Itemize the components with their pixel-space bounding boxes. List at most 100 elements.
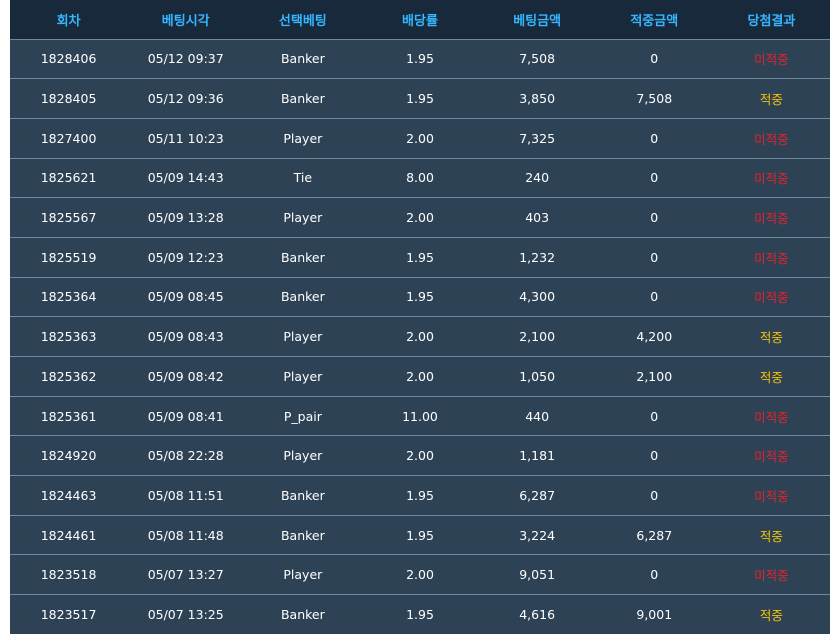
cell-bet-amount: 7,325 [519, 130, 556, 146]
cell-selected-bet: Banker [280, 607, 325, 623]
cell-odds: 2.00 [406, 368, 434, 384]
cell-bet-time: 05/09 08:42 [147, 368, 224, 384]
cell-round: 1828406 [40, 51, 97, 67]
cell-result: 적중 [759, 608, 783, 624]
cell-bet-amount: 3,224 [519, 527, 556, 543]
cell-bet-amount: 440 [525, 408, 550, 424]
cell-round: 1825567 [40, 210, 97, 226]
table-row: 1825621 05/09 14:43 Tie 8.00 240 0 미적중 [10, 158, 830, 198]
cell-selected-bet: Banker [280, 51, 325, 67]
cell-odds: 2.00 [406, 130, 434, 146]
cell-selected-bet: Player [283, 130, 323, 146]
cell-round: 1825364 [40, 289, 97, 305]
cell-payout-amount: 0 [650, 210, 659, 226]
cell-round: 1823517 [40, 607, 97, 623]
cell-selected-bet: Player [283, 448, 323, 464]
cell-bet-amount: 2,100 [519, 329, 556, 345]
cell-result: 미적중 [754, 52, 789, 68]
header-row: 회차 베팅시각 선택베팅 배당률 베팅금액 적중금액 당첨결과 [10, 0, 830, 39]
table-row: 1828406 05/12 09:37 Banker 1.95 7,508 0 미적중 [10, 39, 830, 79]
cell-bet-time: 05/09 08:45 [147, 289, 224, 305]
cell-bet-time: 05/12 09:36 [147, 91, 224, 107]
cell-odds: 1.95 [406, 91, 434, 107]
cell-round: 1825621 [40, 170, 97, 186]
cell-bet-time: 05/09 14:43 [147, 170, 224, 186]
cell-bet-time: 05/09 12:23 [147, 249, 224, 265]
cell-payout-amount: 9,001 [636, 607, 673, 623]
cell-round: 1825361 [40, 408, 97, 424]
table-row: 1824463 05/08 11:51 Banker 1.95 6,287 0 미적중 [10, 475, 830, 516]
cell-bet-time: 05/08 11:51 [147, 487, 224, 503]
cell-bet-amount: 4,616 [519, 607, 556, 623]
cell-result: 미적중 [754, 211, 789, 227]
cell-round: 1828405 [40, 91, 97, 107]
cell-bet-amount: 9,051 [519, 567, 556, 583]
cell-bet-amount: 403 [525, 210, 550, 226]
cell-payout-amount: 0 [650, 51, 659, 67]
cell-bet-amount: 1,232 [519, 249, 556, 265]
cell-round: 1824463 [40, 487, 97, 503]
cell-bet-time: 05/09 08:43 [147, 329, 224, 345]
table-row: 1825361 05/09 08:41 P_pair 11.00 440 0 미적중 [10, 396, 830, 436]
cell-odds: 1.95 [406, 289, 434, 305]
cell-result: 미적중 [754, 131, 789, 147]
bet-history-table: 회차 베팅시각 선택베팅 배당률 베팅금액 적중금액 당첨결과 1828406 0… [10, 0, 830, 635]
cell-selected-bet: Tie [293, 170, 313, 186]
cell-odds: 1.95 [406, 487, 434, 503]
cell-bet-time: 05/09 08:41 [147, 408, 224, 424]
cell-selected-bet: Banker [280, 289, 325, 305]
header-selected-bet: 선택베팅 [278, 13, 327, 29]
cell-payout-amount: 7,508 [636, 91, 673, 107]
cell-bet-amount: 7,508 [519, 51, 556, 67]
cell-payout-amount: 0 [650, 448, 659, 464]
cell-odds: 1.95 [406, 527, 434, 543]
cell-bet-time: 05/07 13:25 [147, 607, 224, 623]
cell-payout-amount: 4,200 [636, 329, 673, 345]
cell-selected-bet: Player [283, 210, 323, 226]
cell-round: 1824920 [40, 448, 97, 464]
cell-odds: 2.00 [406, 567, 434, 583]
cell-round: 1825363 [40, 329, 97, 345]
header-odds: 배당률 [402, 13, 438, 29]
table-row: 1825362 05/09 08:42 Player 2.00 1,050 2,100 적중 [10, 356, 830, 397]
cell-bet-amount: 1,050 [519, 368, 556, 384]
cell-result: 적중 [759, 330, 783, 346]
cell-bet-amount: 3,850 [519, 91, 556, 107]
cell-payout-amount: 0 [650, 408, 659, 424]
bet-history-panel: 회차 베팅시각 선택베팅 배당률 베팅금액 적중금액 당첨결과 1828406 0… [10, 0, 830, 635]
cell-round: 1825362 [40, 368, 97, 384]
cell-selected-bet: Banker [280, 527, 325, 543]
cell-payout-amount: 2,100 [636, 368, 673, 384]
cell-selected-bet: Player [283, 329, 323, 345]
table-header: 회차 베팅시각 선택베팅 배당률 베팅금액 적중금액 당첨결과 [10, 0, 830, 39]
cell-result: 미적중 [754, 290, 789, 306]
cell-payout-amount: 0 [650, 249, 659, 265]
cell-bet-time: 05/12 09:37 [147, 51, 224, 67]
cell-odds: 8.00 [406, 170, 434, 186]
cell-result: 적중 [759, 92, 783, 108]
table-row: 1828405 05/12 09:36 Banker 1.95 3,850 7,508 적중 [10, 78, 830, 119]
cell-bet-amount: 4,300 [519, 289, 556, 305]
table-body: 1828406 05/12 09:37 Banker 1.95 7,508 0 미적중 182… [10, 39, 830, 635]
cell-result: 미적중 [754, 449, 789, 465]
cell-round: 1824461 [40, 527, 97, 543]
header-payout-amount: 적중금액 [630, 13, 679, 29]
table-row: 1825363 05/09 08:43 Player 2.00 2,100 4,200 적중 [10, 316, 830, 357]
cell-result: 미적중 [754, 488, 789, 504]
cell-result: 적중 [759, 528, 783, 544]
cell-selected-bet: Banker [280, 487, 325, 503]
cell-payout-amount: 0 [650, 567, 659, 583]
table-row: 1823518 05/07 13:27 Player 2.00 9,051 0 미적중 [10, 554, 830, 595]
cell-result: 미적중 [754, 171, 789, 187]
header-bet-time: 베팅시각 [161, 13, 210, 29]
cell-round: 1825519 [40, 249, 97, 265]
cell-bet-time: 05/09 13:28 [147, 210, 224, 226]
cell-result: 미적중 [754, 568, 789, 584]
cell-selected-bet: Player [283, 567, 323, 583]
cell-odds: 2.00 [406, 329, 434, 345]
cell-result: 미적중 [754, 409, 789, 425]
cell-payout-amount: 0 [650, 130, 659, 146]
table-row: 1825364 05/09 08:45 Banker 1.95 4,300 0 미적중 [10, 277, 830, 317]
header-round: 회차 [56, 13, 81, 29]
cell-bet-time: 05/07 13:27 [147, 567, 224, 583]
